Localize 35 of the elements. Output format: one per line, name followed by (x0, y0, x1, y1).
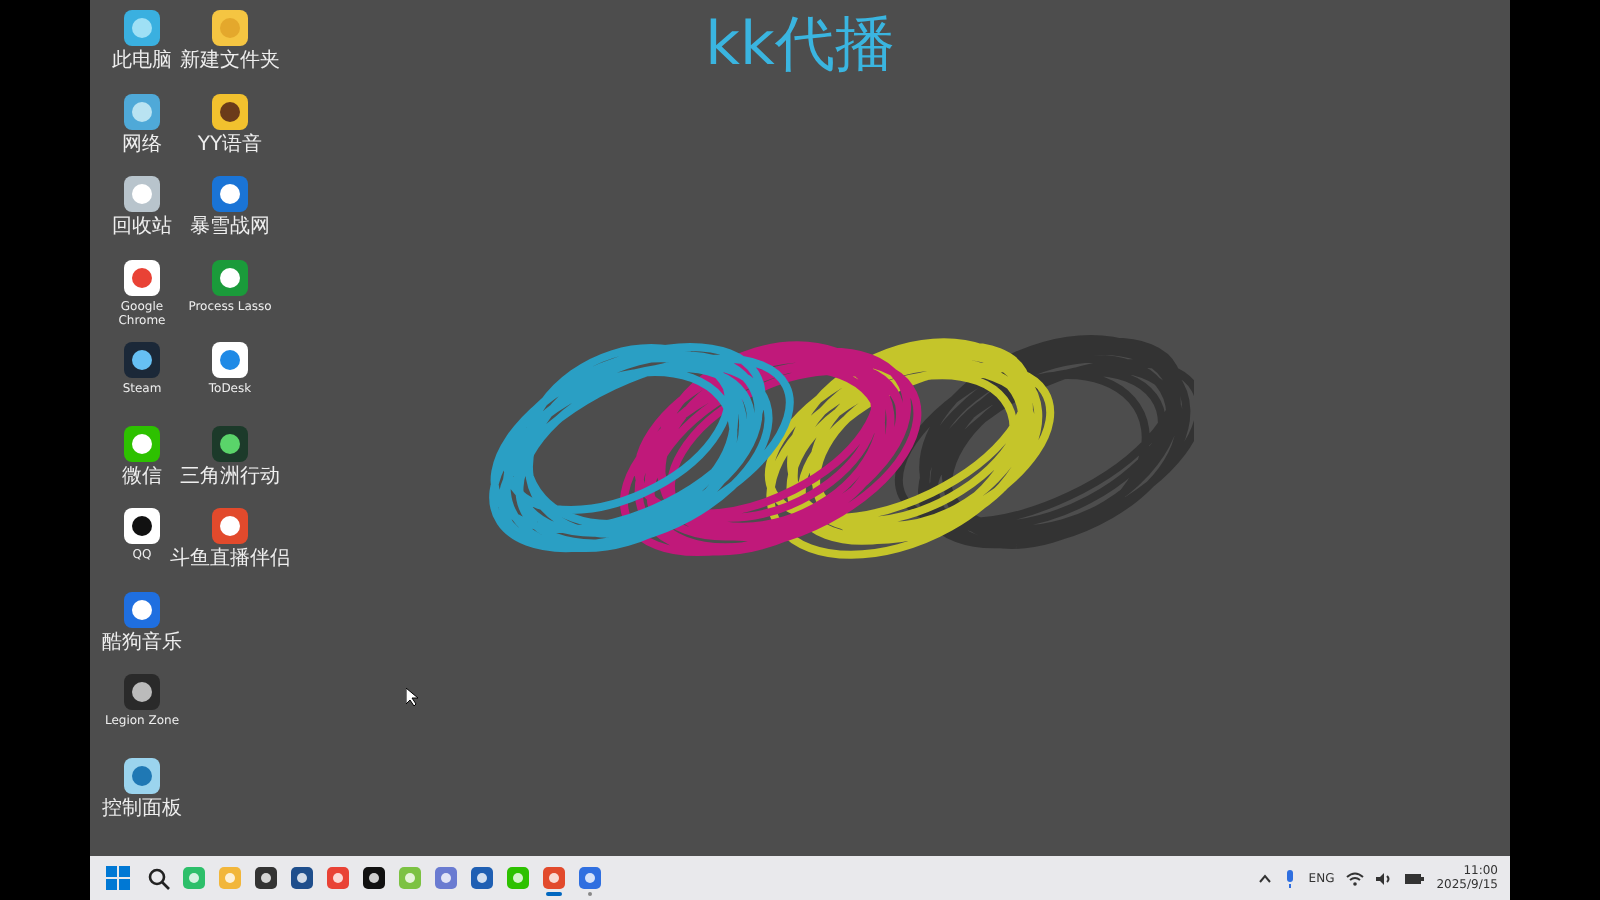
desktop-icon-label: 新建文件夹 (180, 50, 280, 72)
app-icon[interactable] (122, 589, 162, 629)
app-icon[interactable] (122, 672, 162, 712)
app-icon[interactable] (122, 257, 162, 297)
desktop-icon-label: 此电脑 (112, 50, 172, 72)
app-icon[interactable] (122, 423, 162, 463)
running-indicator (546, 892, 562, 896)
wallpaper-title: kk代播 (705, 10, 895, 80)
app-icon[interactable] (210, 340, 250, 380)
desktop-icon-label: 网络 (122, 133, 162, 155)
microphone-icon[interactable] (1284, 869, 1297, 887)
desktop-icon-label: 暴雪战网 (190, 216, 270, 238)
desktop-icon-label: 微信 (122, 465, 162, 487)
battery-icon[interactable] (1404, 871, 1425, 885)
desktop-icon-label: YY语音 (197, 133, 263, 155)
app-icon[interactable] (122, 340, 162, 380)
wifi-icon[interactable] (1346, 871, 1365, 885)
desktop-icon-label: 三角洲行动 (180, 465, 280, 487)
mouse-pointer-icon (406, 688, 418, 706)
start-icon[interactable] (106, 866, 130, 890)
desktop-icon-label: 控制面板 (102, 797, 182, 819)
app-icon[interactable] (122, 506, 162, 546)
app-icon[interactable] (210, 257, 250, 297)
running-indicator (588, 892, 592, 896)
app-icon[interactable] (210, 174, 250, 214)
desktop-icon-label: 斗鱼直播伴侣 (170, 548, 290, 570)
desktop-icon-label: 回收站 (112, 216, 172, 238)
app-icon[interactable] (122, 174, 162, 214)
app-icon[interactable] (210, 506, 250, 546)
app-icon[interactable] (122, 91, 162, 131)
desktop-icon-label: 酷狗音乐 (102, 631, 182, 653)
speaker-icon[interactable] (1376, 871, 1393, 885)
chevron-up-icon[interactable] (1258, 873, 1273, 883)
app-icon[interactable] (210, 423, 250, 463)
search-icon[interactable] (147, 867, 169, 889)
